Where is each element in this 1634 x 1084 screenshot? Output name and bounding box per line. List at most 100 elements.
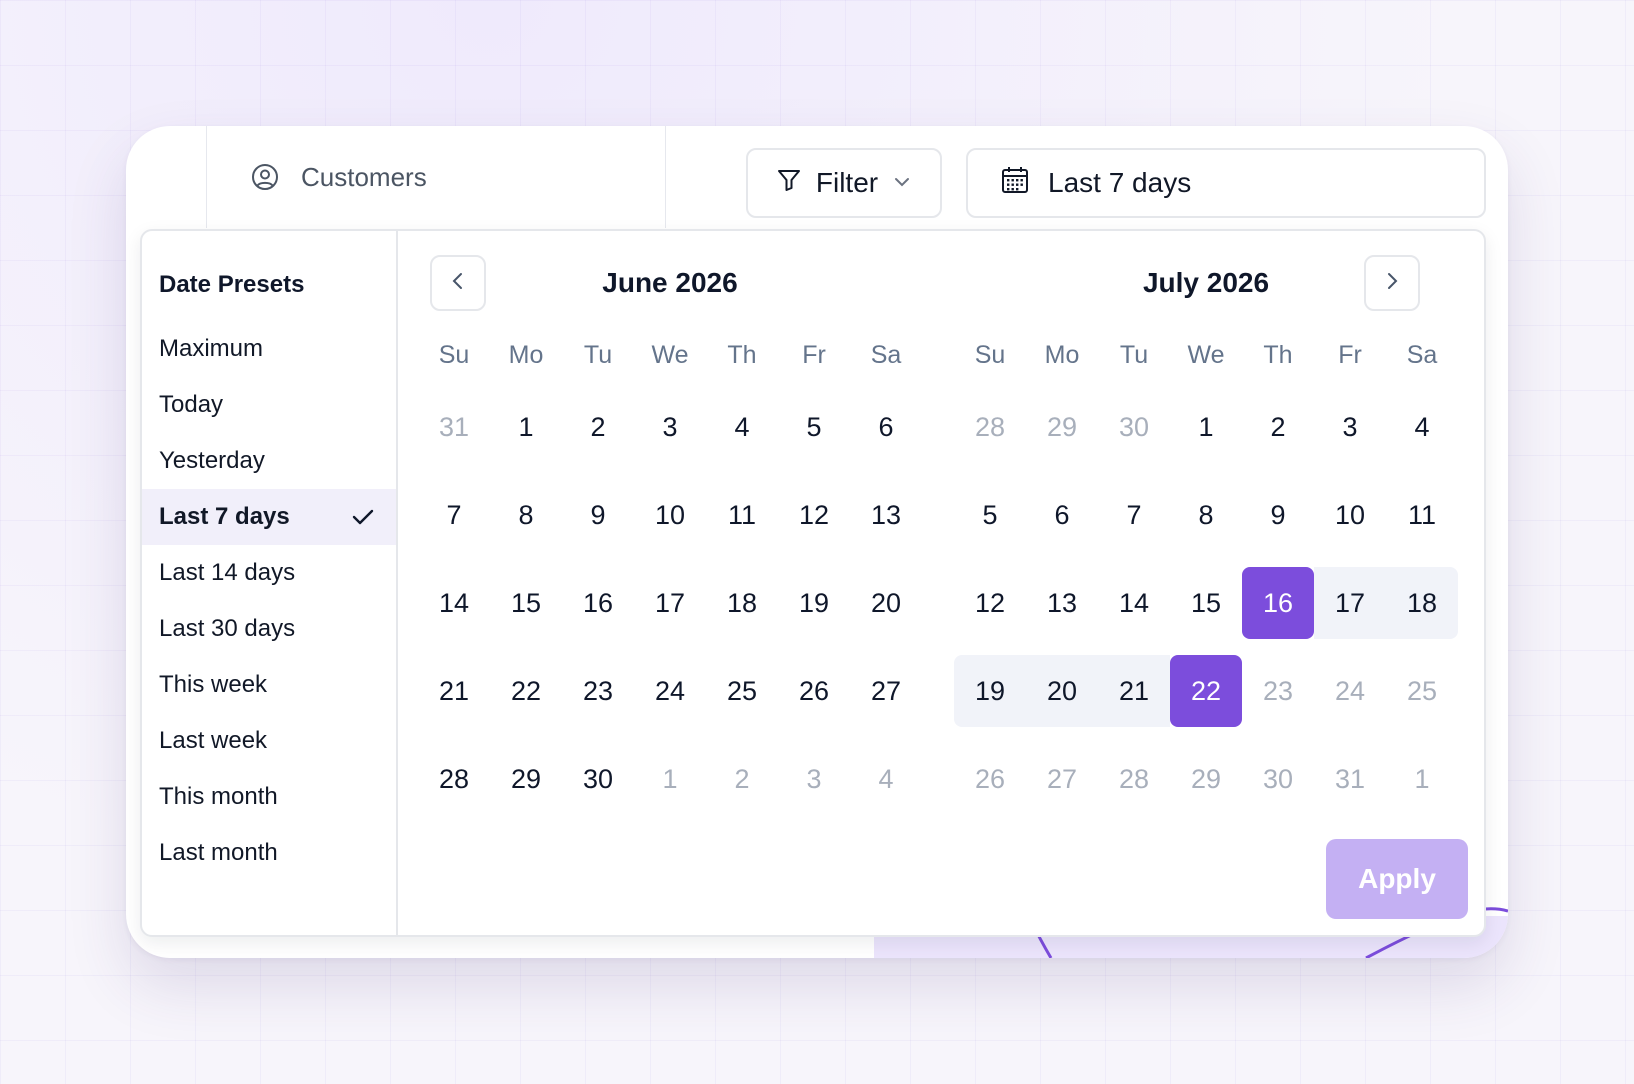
calendar-day[interactable]: 5 bbox=[778, 391, 850, 463]
week-row: 26 27 28 29 30 31 1 bbox=[954, 735, 1458, 823]
calendar-day-in-range[interactable]: 21 bbox=[1098, 655, 1170, 727]
calendar-day[interactable]: 9 bbox=[562, 479, 634, 551]
calendar-day[interactable]: 6 bbox=[1026, 479, 1098, 551]
calendar-day[interactable]: 17 bbox=[634, 567, 706, 639]
preset-this-week[interactable]: This week bbox=[142, 657, 396, 713]
calendar-day[interactable]: 7 bbox=[1098, 479, 1170, 551]
month-june: June 2026 Su Mo Tu We Th Fr Sa 31 1 2 3 4 5 6 7 8 9 10 11 12… bbox=[418, 255, 922, 823]
calendar-day[interactable]: 30 bbox=[1242, 743, 1314, 815]
calendar-day[interactable]: 25 bbox=[1386, 655, 1458, 727]
preset-label: Last 7 days bbox=[159, 503, 290, 530]
calendar-day[interactable]: 12 bbox=[954, 567, 1026, 639]
preset-last-30-days[interactable]: Last 30 days bbox=[142, 601, 396, 657]
calendar-day[interactable]: 2 bbox=[706, 743, 778, 815]
preset-maximum[interactable]: Maximum bbox=[142, 321, 396, 377]
calendar-day[interactable]: 11 bbox=[706, 479, 778, 551]
calendar-day[interactable]: 1 bbox=[1170, 391, 1242, 463]
preset-label: Today bbox=[159, 391, 224, 418]
weekday-label: We bbox=[1187, 341, 1225, 369]
month-title: July 2026 bbox=[1142, 267, 1270, 298]
calendar-day[interactable]: 29 bbox=[490, 743, 562, 815]
calendar-day[interactable]: 29 bbox=[1026, 391, 1098, 463]
calendar-day[interactable]: 26 bbox=[778, 655, 850, 727]
calendar-day[interactable]: 24 bbox=[1314, 655, 1386, 727]
preset-this-month[interactable]: This month bbox=[142, 769, 396, 825]
calendar-day[interactable]: 9 bbox=[1242, 479, 1314, 551]
calendar-day[interactable]: 2 bbox=[1242, 391, 1314, 463]
preset-label: Last week bbox=[159, 727, 268, 754]
calendar-day[interactable]: 18 bbox=[706, 567, 778, 639]
calendar-day[interactable]: 2 bbox=[562, 391, 634, 463]
weekday-header: Su Mo Tu We Th Fr Sa bbox=[418, 327, 922, 383]
calendar-day[interactable]: 30 bbox=[562, 743, 634, 815]
preset-today[interactable]: Today bbox=[142, 377, 396, 433]
calendar-day[interactable]: 4 bbox=[1386, 391, 1458, 463]
week-row: 7 8 9 10 11 12 13 bbox=[418, 471, 922, 559]
calendar-day[interactable]: 14 bbox=[1098, 567, 1170, 639]
calendar-day[interactable]: 13 bbox=[1026, 567, 1098, 639]
calendar-day[interactable]: 31 bbox=[418, 391, 490, 463]
calendar-day[interactable]: 29 bbox=[1170, 743, 1242, 815]
month-july: July 2026 Su Mo Tu We Th Fr Sa 28 29 30 1 2 3 4 5 6 7 8 9 10… bbox=[954, 255, 1458, 823]
calendar-day[interactable]: 10 bbox=[1314, 479, 1386, 551]
calendar-day[interactable]: 28 bbox=[1098, 743, 1170, 815]
calendar-day[interactable]: 5 bbox=[954, 479, 1026, 551]
calendar-day[interactable]: 15 bbox=[1170, 567, 1242, 639]
calendar-day[interactable]: 23 bbox=[562, 655, 634, 727]
calendar-day[interactable]: 15 bbox=[490, 567, 562, 639]
calendar-day[interactable]: 4 bbox=[850, 743, 922, 815]
calendar-day[interactable]: 6 bbox=[850, 391, 922, 463]
preset-last-month[interactable]: Last month bbox=[142, 825, 396, 881]
calendar-day[interactable]: 24 bbox=[634, 655, 706, 727]
week-row: 28 29 30 1 2 3 4 bbox=[954, 383, 1458, 471]
calendar-day[interactable]: 3 bbox=[1314, 391, 1386, 463]
preset-yesterday[interactable]: Yesterday bbox=[142, 433, 396, 489]
calendar-day[interactable]: 10 bbox=[634, 479, 706, 551]
preset-last-7-days[interactable]: Last 7 days bbox=[142, 489, 396, 545]
calendar-day[interactable]: 3 bbox=[778, 743, 850, 815]
calendar-day[interactable]: 16 bbox=[562, 567, 634, 639]
calendar-day[interactable]: 8 bbox=[1170, 479, 1242, 551]
calendar-day-selected[interactable]: 22 bbox=[1170, 655, 1242, 727]
calendar-day[interactable]: 26 bbox=[954, 743, 1026, 815]
calendar-day[interactable]: 28 bbox=[954, 391, 1026, 463]
weekday-label: Su bbox=[974, 341, 1006, 369]
calendar-day[interactable]: 25 bbox=[706, 655, 778, 727]
calendar-day-in-range[interactable]: 19 bbox=[954, 655, 1026, 727]
calendar-day[interactable]: 14 bbox=[418, 567, 490, 639]
calendar-day[interactable]: 1 bbox=[1386, 743, 1458, 815]
calendar-day[interactable]: 12 bbox=[778, 479, 850, 551]
week-row: 14 15 16 17 18 19 20 bbox=[418, 559, 922, 647]
calendar-day[interactable]: 30 bbox=[1098, 391, 1170, 463]
month-title: June 2026 bbox=[602, 267, 738, 298]
calendar-day[interactable]: 3 bbox=[634, 391, 706, 463]
calendar-day-in-range[interactable]: 18 bbox=[1386, 567, 1458, 639]
calendar-day-selected[interactable]: 16 bbox=[1242, 567, 1314, 639]
calendar-day[interactable]: 13 bbox=[850, 479, 922, 551]
preset-label: Maximum bbox=[159, 335, 264, 362]
calendar-day[interactable]: 11 bbox=[1386, 479, 1458, 551]
week-row: 5 6 7 8 9 10 11 bbox=[954, 471, 1458, 559]
preset-last-14-days[interactable]: Last 14 days bbox=[142, 545, 396, 601]
calendar-day[interactable]: 21 bbox=[418, 655, 490, 727]
calendar-day[interactable]: 27 bbox=[850, 655, 922, 727]
calendar-day[interactable]: 22 bbox=[490, 655, 562, 727]
calendar-day[interactable]: 4 bbox=[706, 391, 778, 463]
calendar-day[interactable]: 1 bbox=[490, 391, 562, 463]
calendar-day[interactable]: 19 bbox=[778, 567, 850, 639]
calendar-day-in-range[interactable]: 20 bbox=[1026, 655, 1098, 727]
calendar-day[interactable]: 28 bbox=[418, 743, 490, 815]
calendar-day-in-range[interactable]: 17 bbox=[1314, 567, 1386, 639]
calendar-day[interactable]: 27 bbox=[1026, 743, 1098, 815]
apply-button[interactable]: Apply bbox=[1326, 839, 1468, 919]
calendar-day[interactable]: 20 bbox=[850, 567, 922, 639]
calendar-day[interactable]: 31 bbox=[1314, 743, 1386, 815]
calendar-day[interactable]: 7 bbox=[418, 479, 490, 551]
calendar-day[interactable]: 1 bbox=[634, 743, 706, 815]
preset-last-week[interactable]: Last week bbox=[142, 713, 396, 769]
weekday-label: Mo bbox=[1044, 341, 1080, 369]
weekday-label: Tu bbox=[583, 341, 613, 369]
calendar-day[interactable]: 23 bbox=[1242, 655, 1314, 727]
calendar-day[interactable]: 8 bbox=[490, 479, 562, 551]
weekday-label: Tu bbox=[1119, 341, 1149, 369]
